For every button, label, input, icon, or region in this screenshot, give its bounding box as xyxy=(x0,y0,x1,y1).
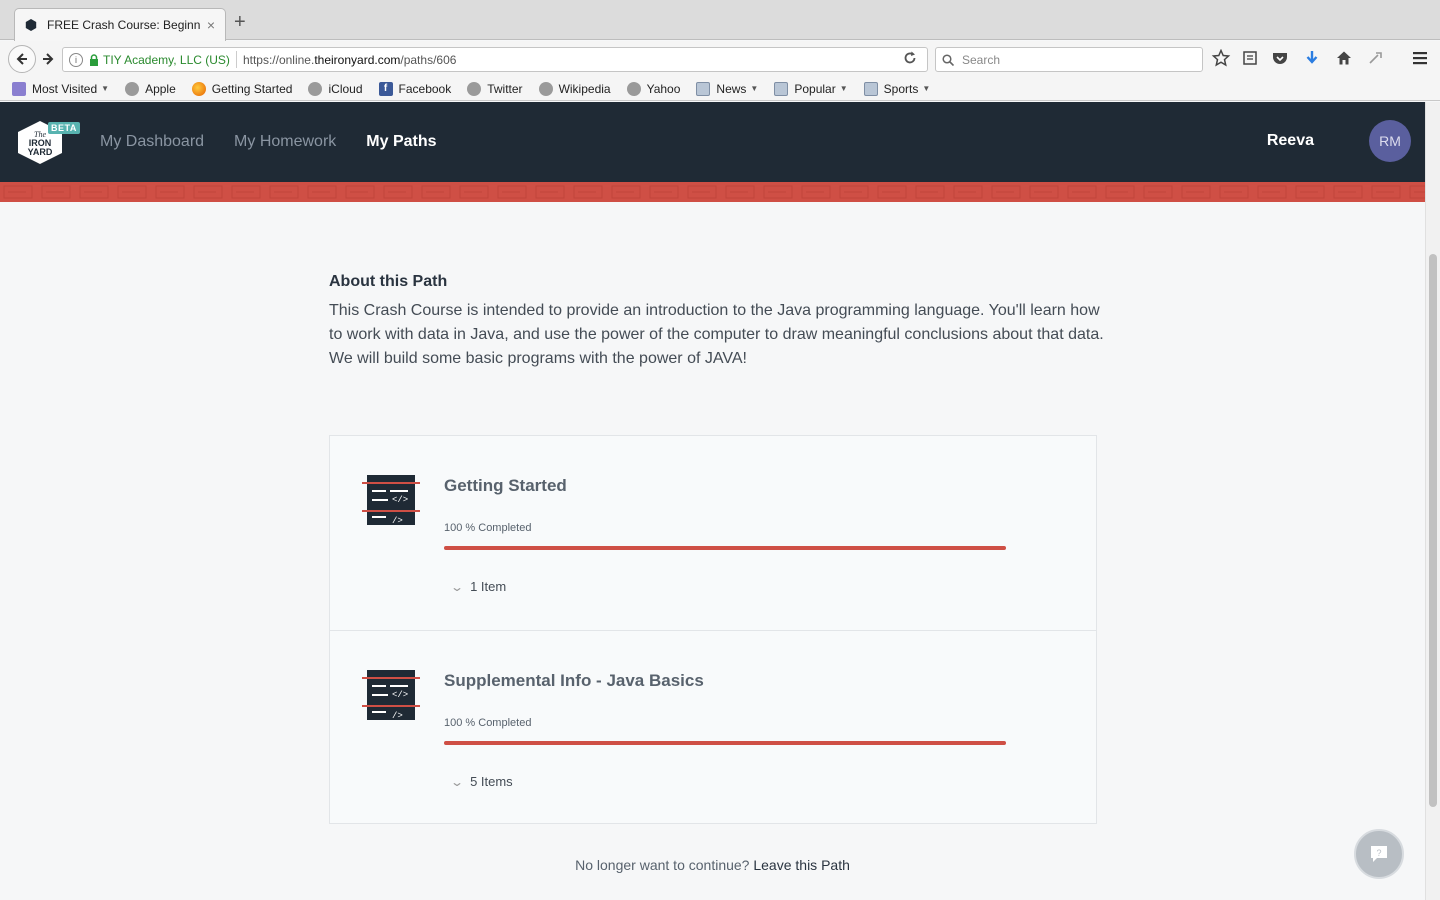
bookmark-folder-sports[interactable]: Sports ▼ xyxy=(863,81,931,96)
nav-my-dashboard[interactable]: My Dashboard xyxy=(100,133,204,151)
facebook-icon: f xyxy=(378,81,393,96)
chat-bubble-icon: ? xyxy=(1371,846,1387,862)
step-title[interactable]: Getting Started xyxy=(444,476,567,496)
bookmark-icloud[interactable]: iCloud xyxy=(308,81,363,96)
bookmark-getting-started[interactable]: Getting Started xyxy=(191,81,292,96)
browser-tab-strip: FREE Crash Course: Beginn... × + xyxy=(0,0,1440,41)
info-icon[interactable]: i xyxy=(69,52,83,67)
leave-path-link[interactable]: Leave this Path xyxy=(753,857,850,873)
bookmark-apple[interactable]: Apple xyxy=(125,81,176,96)
bookmark-folder-news[interactable]: News ▼ xyxy=(696,81,759,96)
chevron-down-icon: ▼ xyxy=(839,84,848,93)
main-nav: My Dashboard My Homework My Paths xyxy=(100,102,437,182)
bookmark-wikipedia[interactable]: Wikipedia xyxy=(538,81,611,96)
menu-icon[interactable] xyxy=(1410,49,1430,67)
svg-text:</>: </> xyxy=(392,690,408,700)
user-name[interactable]: Reeva xyxy=(1267,132,1314,150)
leave-prompt: No longer want to continue? xyxy=(575,857,750,873)
progress-label: 100 % Completed xyxy=(444,717,532,729)
browser-toolbar: i TIY Academy, LLC (US) https://online.t… xyxy=(0,41,1440,77)
app-header: The IRON YARD BETA My Dashboard My Homew… xyxy=(0,102,1425,182)
download-icon[interactable] xyxy=(1302,49,1322,67)
folder-icon xyxy=(774,81,789,96)
nav-my-paths[interactable]: My Paths xyxy=(366,133,436,151)
path-step: </> /> Supplemental Info - Java Basics 1… xyxy=(330,630,1096,824)
bookmarks-toolbar: Most Visited ▼ Apple Getting Started iClo… xyxy=(0,77,1440,101)
firefox-icon xyxy=(191,81,206,96)
address-separator xyxy=(235,51,237,68)
avatar[interactable]: RM xyxy=(1369,120,1411,162)
stripe-pattern xyxy=(0,182,1425,202)
search-placeholder: Search xyxy=(962,52,1001,67)
items-toggle[interactable]: ⌄ 5 Items xyxy=(449,774,513,789)
chevron-down-icon: ⌄ xyxy=(449,579,465,594)
extension-icon[interactable] xyxy=(1366,49,1386,67)
leave-path-row: No longer want to continue? Leave this P… xyxy=(0,857,1425,873)
reload-icon[interactable] xyxy=(903,51,917,65)
search-icon xyxy=(942,53,954,66)
folder-icon xyxy=(863,81,878,96)
pocket-icon[interactable] xyxy=(1270,49,1290,67)
search-box[interactable]: Search xyxy=(935,47,1203,72)
new-tab-button[interactable]: + xyxy=(234,12,246,32)
url-text[interactable]: https://online.theironyard.com/paths/606 xyxy=(243,53,456,67)
svg-text:</>: </> xyxy=(392,495,408,505)
globe-icon xyxy=(538,81,553,96)
reading-list-icon[interactable] xyxy=(1240,49,1260,67)
tab-close-icon[interactable]: × xyxy=(207,17,215,33)
progress-label: 100 % Completed xyxy=(444,522,532,534)
code-lesson-icon: </> /> xyxy=(362,670,420,721)
bookmark-twitter[interactable]: Twitter xyxy=(467,81,523,96)
chevron-down-icon: ▼ xyxy=(101,84,110,93)
arrow-left-icon xyxy=(16,53,27,65)
items-count: 1 Item xyxy=(470,579,507,594)
arrow-right-icon xyxy=(43,53,54,65)
items-toggle[interactable]: ⌄ 1 Item xyxy=(449,579,507,594)
bookmark-yahoo[interactable]: Yahoo xyxy=(626,81,680,96)
bookmark-star-icon[interactable] xyxy=(1211,49,1231,67)
chevron-down-icon: ▼ xyxy=(750,84,759,93)
globe-icon xyxy=(125,81,140,96)
path-step: </> /> Getting Started 100 % Completed ⌄… xyxy=(330,436,1096,630)
most-visited-icon xyxy=(12,81,26,96)
home-icon[interactable] xyxy=(1334,49,1354,67)
globe-icon xyxy=(467,81,482,96)
bookmark-most-visited[interactable]: Most Visited ▼ xyxy=(12,81,110,96)
site-favicon-icon xyxy=(25,19,37,31)
about-heading: About this Path xyxy=(329,273,448,290)
browser-tab[interactable]: FREE Crash Course: Beginn... × xyxy=(14,8,226,41)
svg-text:/>: /> xyxy=(392,516,403,526)
step-title[interactable]: Supplemental Info - Java Basics xyxy=(444,671,704,691)
progress-fill xyxy=(444,546,1006,550)
back-button[interactable] xyxy=(8,45,36,73)
chevron-down-icon: ⌄ xyxy=(449,774,465,789)
forward-button[interactable] xyxy=(38,49,58,69)
scrollbar-thumb[interactable] xyxy=(1429,254,1437,807)
chat-button[interactable]: ? xyxy=(1354,829,1404,879)
progress-fill xyxy=(444,741,1006,745)
about-description: This Crash Course is intended to provide… xyxy=(329,302,1104,367)
bookmark-folder-popular[interactable]: Popular ▼ xyxy=(774,81,848,96)
items-count: 5 Items xyxy=(470,774,513,789)
site-identity[interactable]: TIY Academy, LLC (US) xyxy=(103,53,230,67)
lock-icon xyxy=(90,53,98,66)
bookmark-facebook[interactable]: f Facebook xyxy=(378,81,451,96)
globe-icon xyxy=(308,81,323,96)
path-steps-card: </> /> Getting Started 100 % Completed ⌄… xyxy=(329,435,1097,824)
chevron-down-icon: ▼ xyxy=(922,84,931,93)
code-lesson-icon: </> /> xyxy=(362,475,420,526)
folder-icon xyxy=(696,81,711,96)
decorative-stripe xyxy=(0,182,1425,202)
svg-text:/>: /> xyxy=(392,711,403,721)
tab-title: FREE Crash Course: Beginn... xyxy=(47,18,201,32)
globe-icon xyxy=(626,81,641,96)
svg-text:YARD: YARD xyxy=(28,147,53,157)
svg-text:?: ? xyxy=(1376,848,1381,858)
beta-badge: BETA xyxy=(48,122,80,134)
progress-bar xyxy=(444,546,1006,550)
address-bar[interactable]: i TIY Academy, LLC (US) https://online.t… xyxy=(62,47,928,72)
nav-my-homework[interactable]: My Homework xyxy=(234,133,336,151)
progress-bar xyxy=(444,741,1006,745)
